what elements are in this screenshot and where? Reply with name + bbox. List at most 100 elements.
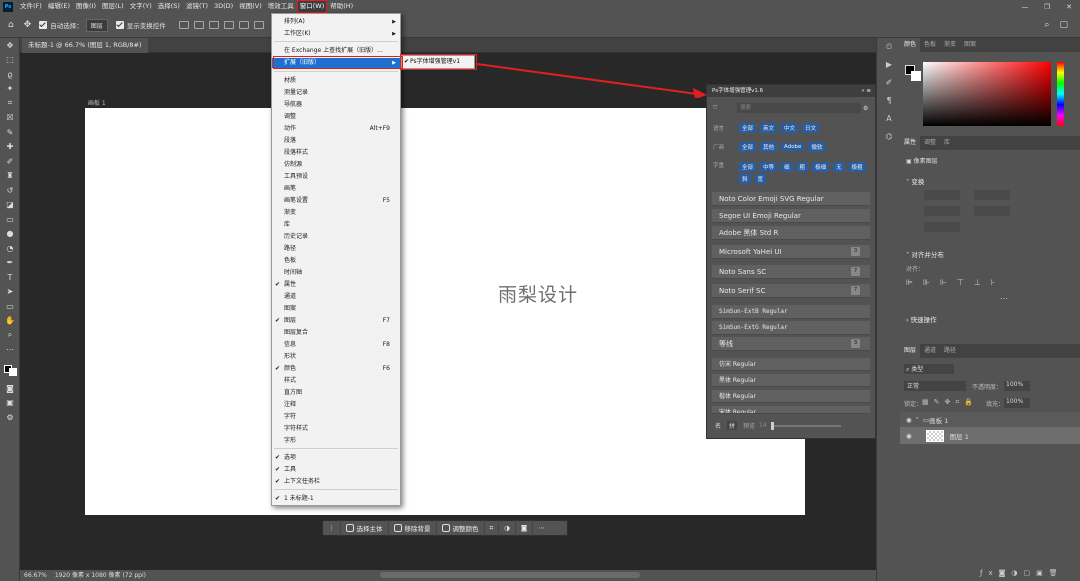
window-menu-item[interactable]: 形状	[272, 352, 400, 362]
chip-lang-all[interactable]: 全部	[739, 123, 757, 133]
workspace-icon[interactable]: ▢	[1059, 20, 1068, 30]
lasso-tool-icon[interactable]: ϱ	[0, 67, 20, 82]
chip-lang-japanese[interactable]: 日文	[802, 123, 820, 133]
window-menu-item[interactable]: 工作区(K) ▶	[272, 29, 400, 39]
window-menu-item[interactable]: 图层复合	[272, 328, 400, 338]
window-menu-item[interactable]: 历史记录	[272, 232, 400, 242]
hue-slider[interactable]	[1057, 62, 1064, 126]
window-menu-item[interactable]: 工具预设	[272, 172, 400, 182]
window-menu-item[interactable]: 在 Exchange 上查找扩展（旧版）...	[272, 46, 400, 56]
align-section-header[interactable]: ˅ 对齐并分布	[906, 249, 944, 259]
font-list-item[interactable]: Segoe UI Emoji Regular	[712, 209, 870, 223]
width-field[interactable]	[924, 190, 960, 200]
minimize-icon[interactable]: —	[1014, 3, 1036, 11]
window-menu-item[interactable]: ✔ 上下文任务栏	[272, 477, 400, 487]
tab-gradients[interactable]: 渐变	[940, 38, 960, 52]
grip-handle[interactable]: ⋮	[323, 520, 341, 536]
chip-vendor-all[interactable]: 全部	[739, 142, 757, 152]
plugin-title-bar[interactable]: Ps字体增强管理v1.6 » ≡	[707, 85, 875, 97]
chip-vendor-microsoft[interactable]: 微软	[808, 142, 826, 152]
font-list-item[interactable]: 等线 3	[712, 337, 870, 351]
canvas-text[interactable]: 雨梨设计	[498, 280, 578, 307]
font-list-item[interactable]: 仿宋 Regular	[712, 358, 870, 371]
brush-settings-icon[interactable]: ✐	[877, 74, 901, 92]
height-field[interactable]	[974, 190, 1010, 200]
chip-weight-bold[interactable]: 粗	[796, 162, 809, 172]
preview-size-value[interactable]: 14	[759, 422, 767, 429]
tab-swatches[interactable]: 色板	[920, 38, 940, 52]
hand-tool-icon[interactable]: ✋	[0, 314, 20, 329]
color-picker-field[interactable]	[923, 62, 1051, 126]
tab-libraries[interactable]: 库	[940, 136, 954, 150]
history-icon[interactable]: ⏲	[877, 38, 901, 56]
settings-icon[interactable]: ⚙	[863, 105, 868, 112]
document-tab[interactable]: 未标题-1 @ 66.7% (图层 1, RGB/8#)	[22, 38, 148, 53]
align-top-icon[interactable]	[223, 21, 234, 29]
more-align-icon[interactable]: ⋯	[1000, 294, 1008, 303]
window-menu-item[interactable]: 信息 F8	[272, 340, 400, 350]
chip-weight-wide[interactable]: 宽	[754, 174, 767, 184]
chip-weight-none[interactable]: 无	[833, 162, 845, 172]
edit-toolbar-icon[interactable]: ⚙	[0, 410, 20, 425]
font-list-item[interactable]: Adobe 黑体 Std R	[712, 226, 870, 240]
gradient-tool-icon[interactable]: ▭	[0, 212, 20, 227]
chip-lang-english[interactable]: 英文	[760, 123, 778, 133]
collapse-icon[interactable]: » ≡	[861, 85, 875, 97]
tab-layers[interactable]: 图层	[900, 344, 921, 358]
window-menu-item[interactable]: ✔ 颜色 F6	[272, 364, 400, 374]
window-menu-item[interactable]: 调整	[272, 112, 400, 122]
font-variant-count-badge[interactable]: 3	[851, 247, 860, 256]
tab-channels[interactable]: 通道	[920, 344, 940, 358]
window-menu-item[interactable]: 画笔	[272, 184, 400, 194]
menu-select[interactable]: 选择(S)	[155, 0, 183, 13]
window-menu-item[interactable]: 样式	[272, 376, 400, 386]
chip-vendor-other[interactable]: 其他	[760, 142, 778, 152]
adjustment-icon[interactable]: ◑	[499, 520, 516, 536]
visibility-eye-icon[interactable]: ◉	[906, 432, 912, 440]
window-menu-item[interactable]: 仿制源	[272, 160, 400, 170]
actions-icon[interactable]: ▶	[877, 56, 901, 74]
background-color-swatch[interactable]	[911, 71, 921, 81]
window-menu-item[interactable]: 段落样式	[272, 148, 400, 158]
window-menu-item[interactable]: 排列(A) ▶	[272, 17, 400, 27]
layer-panel-footer-icons[interactable]: ƒx◙◑▢▣🗑	[980, 569, 1064, 577]
align-bottom-icon[interactable]	[253, 21, 264, 29]
window-menu-item[interactable]: 材质	[272, 76, 400, 86]
fill-field[interactable]: 100%	[1004, 398, 1030, 408]
stamp-tool-icon[interactable]: ♜	[0, 169, 20, 184]
document-info[interactable]: 1920 像素 x 1080 像素 (72 ppi)	[55, 572, 146, 579]
font-list-item[interactable]: Noto Sans SC 7	[712, 265, 870, 279]
healing-brush-tool-icon[interactable]: ✚	[0, 140, 20, 155]
eyedropper-tool-icon[interactable]: ✎	[0, 125, 20, 140]
window-menu-item[interactable]: ✔ 属性	[272, 280, 400, 290]
window-menu-item[interactable]: 字符样式	[272, 424, 400, 434]
quick-mask-icon[interactable]: ◙	[0, 381, 20, 396]
layer-row-layer1[interactable]: ◉ 图层 1	[900, 427, 1080, 444]
move-tool-icon[interactable]: ✥	[0, 38, 20, 53]
window-menu-item[interactable]: 图案	[272, 304, 400, 314]
quick-actions-header[interactable]: › 快速操作	[906, 314, 937, 324]
font-variant-count-badge[interactable]: 3	[851, 339, 860, 348]
visibility-eye-icon[interactable]: ◉	[906, 416, 912, 424]
font-list-item[interactable]: Noto Serif SC 7	[712, 284, 870, 298]
layer-filter-dropdown[interactable]: ⌕ 类型	[904, 364, 954, 374]
menu-plugins[interactable]: 增效工具	[265, 0, 297, 13]
crop-tool-icon[interactable]: ⌗	[0, 96, 20, 111]
window-menu-item[interactable]: 通道	[272, 292, 400, 302]
collapse-chevron-icon[interactable]: ˅	[916, 416, 919, 424]
font-list-item[interactable]: SimSun-ExtG Regular	[712, 321, 870, 335]
menu-filter[interactable]: 滤镜(T)	[183, 0, 211, 13]
transform-icon[interactable]: ⌗	[485, 520, 500, 536]
rectangle-tool-icon[interactable]: ▭	[0, 299, 20, 314]
menu-type[interactable]: 文字(Y)	[127, 0, 155, 13]
artboard-label[interactable]: 画板 1	[88, 98, 106, 107]
zoom-level[interactable]: 66.67%	[24, 572, 47, 579]
font-list-item[interactable]: Noto Color Emoji SVG Regular	[712, 192, 870, 206]
align-left-icon[interactable]	[178, 21, 189, 29]
lock-icons[interactable]: ▦✎✥⌗🔒	[922, 398, 978, 407]
font-variant-count-badge[interactable]: 7	[851, 267, 860, 276]
artboard[interactable]	[85, 108, 805, 515]
magic-wand-tool-icon[interactable]: ✦	[0, 82, 20, 97]
window-menu-item[interactable]: 渐变	[272, 208, 400, 218]
more-options-icon[interactable]: ⋯	[533, 520, 550, 536]
